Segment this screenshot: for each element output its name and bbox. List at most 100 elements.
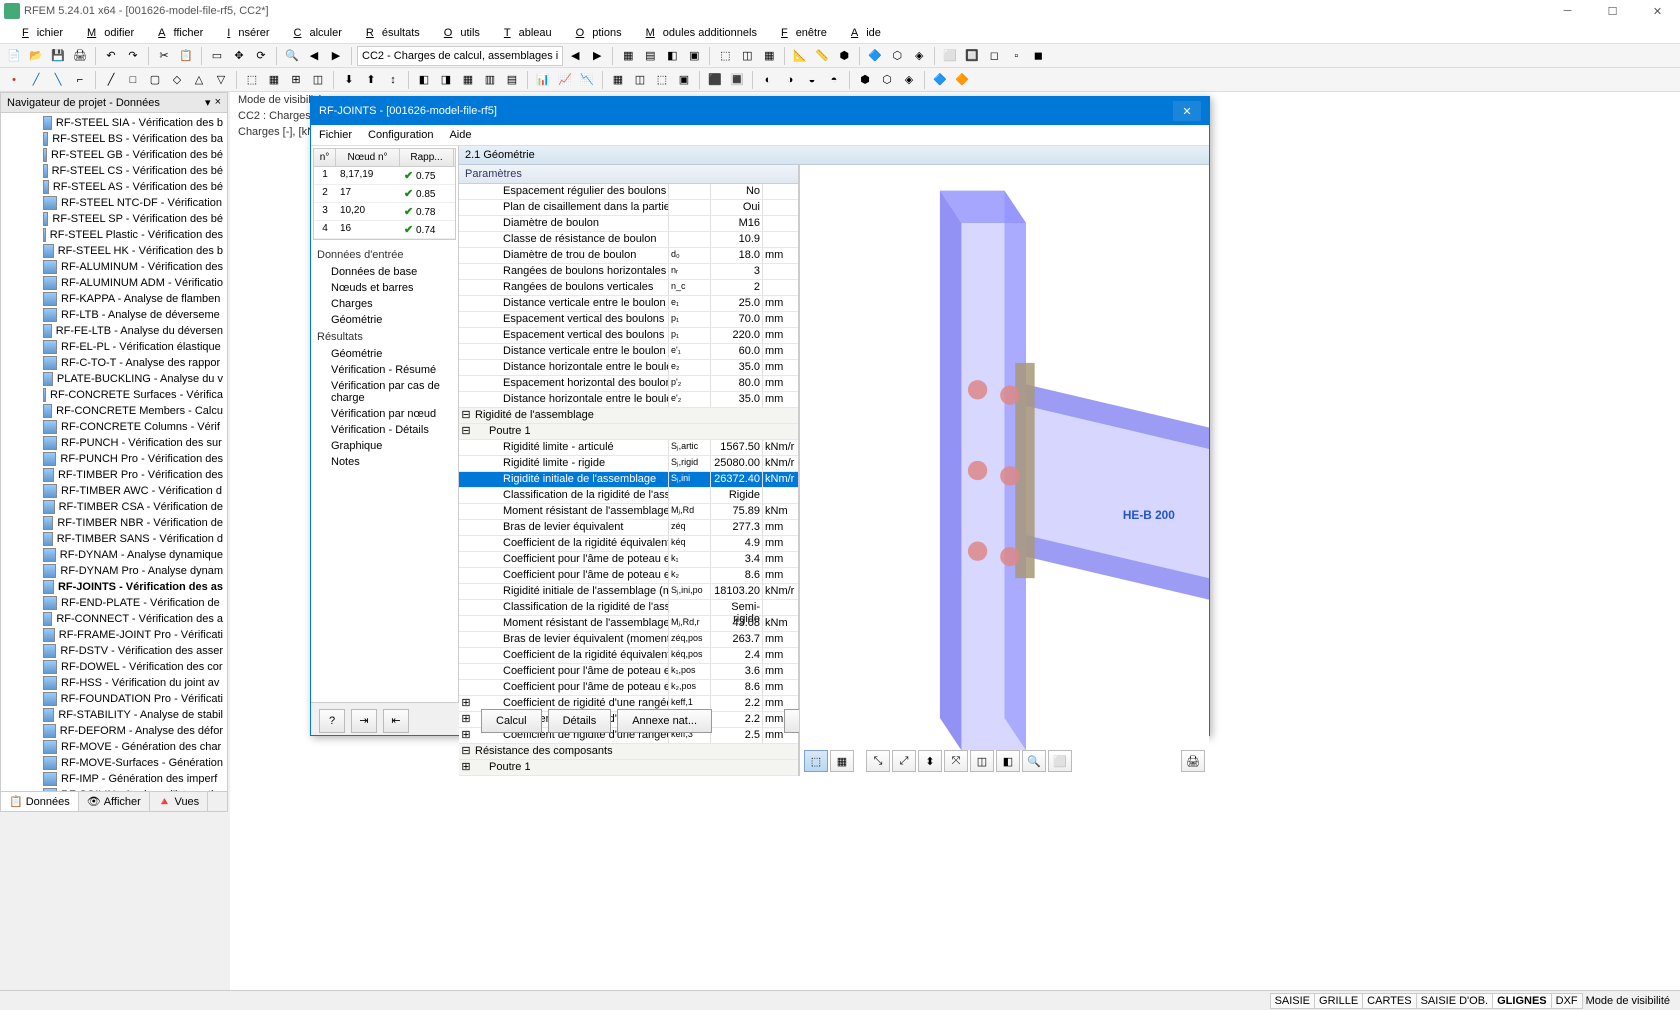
- nav-item[interactable]: RF-STEEL BS - Vérification des ba: [3, 131, 225, 147]
- arrow-right-icon[interactable]: ▶: [326, 46, 346, 66]
- tree-item[interactable]: Vérification par nœud: [313, 406, 456, 422]
- nav-item[interactable]: RF-STEEL AS - Vérification des bé: [3, 179, 225, 195]
- tree-item[interactable]: Notes: [313, 454, 456, 470]
- expand-icon[interactable]: [459, 200, 473, 215]
- expand-icon[interactable]: ⊞: [459, 712, 473, 727]
- nav-item[interactable]: RF-FOUNDATION Pro - Vérificati: [3, 691, 225, 707]
- tb-icon[interactable]: ⬢: [855, 70, 875, 90]
- status-saisie[interactable]: SAISIE: [1270, 993, 1315, 1009]
- tb-icon[interactable]: ⊞: [286, 70, 306, 90]
- expand-icon[interactable]: [459, 648, 473, 663]
- nav-item[interactable]: RF-STEEL GB - Vérification des bé: [3, 147, 225, 163]
- tb-icon[interactable]: ▤: [640, 46, 660, 66]
- menu-résultats[interactable]: Résultats: [350, 25, 428, 41]
- param-row[interactable]: Rigidité limite - articuléSⱼ,artic1567.5…: [459, 440, 798, 456]
- tb-icon[interactable]: 🔷: [930, 70, 950, 90]
- case-row[interactable]: 18,17,19✔ 0.75: [314, 167, 455, 185]
- tb-icon[interactable]: ╲: [48, 70, 68, 90]
- view-btn-6[interactable]: ⤧: [944, 750, 968, 772]
- arrow-right-2-icon[interactable]: ▶: [587, 46, 607, 66]
- tb-icon[interactable]: ⬡: [887, 46, 907, 66]
- tb-icon[interactable]: ▣: [674, 70, 694, 90]
- open-icon[interactable]: 📂: [26, 46, 46, 66]
- nav-item[interactable]: RF-DSTV - Vérification des asser: [3, 643, 225, 659]
- expand-icon[interactable]: [459, 680, 473, 695]
- param-group[interactable]: ⊟Résistance des composants: [459, 744, 798, 760]
- nav-item[interactable]: RF-STEEL CS - Vérification des bé: [3, 163, 225, 179]
- expand-icon[interactable]: [459, 632, 473, 647]
- tb-icon[interactable]: ⬆: [361, 70, 381, 90]
- expand-icon[interactable]: [459, 600, 473, 615]
- tb-icon[interactable]: ◐: [758, 70, 778, 90]
- nav-item[interactable]: RF-ALUMINUM - Vérification des: [3, 259, 225, 275]
- tb-icon[interactable]: 📏: [812, 46, 832, 66]
- expand-icon[interactable]: [459, 584, 473, 599]
- param-row[interactable]: Classification de la rigidité de l'assem…: [459, 488, 798, 504]
- window-close-button[interactable]: ✕: [1635, 0, 1680, 22]
- nav-item[interactable]: RF-END-PLATE - Vérification de: [3, 595, 225, 611]
- param-row[interactable]: Moment résistant de l'assemblage (moment…: [459, 616, 798, 632]
- col-rapp[interactable]: Rapp...: [400, 149, 454, 166]
- expand-icon[interactable]: [459, 328, 473, 343]
- expand-icon[interactable]: [459, 312, 473, 327]
- nav-tab-donnees[interactable]: 📋Données: [1, 792, 79, 811]
- tb-icon[interactable]: 🔷: [865, 46, 885, 66]
- menu-aide[interactable]: Aide: [835, 25, 889, 41]
- select-icon[interactable]: ▭: [207, 46, 227, 66]
- expand-icon[interactable]: [459, 504, 473, 519]
- expand-icon[interactable]: [459, 184, 473, 199]
- tb-icon[interactable]: ⬜: [940, 46, 960, 66]
- view-btn-7[interactable]: ◫: [970, 750, 994, 772]
- nav-item[interactable]: RF-TIMBER SANS - Vérification d: [3, 531, 225, 547]
- nav-item[interactable]: RF-ALUMINUM ADM - Vérificatio: [3, 275, 225, 291]
- tb-icon[interactable]: ◻: [984, 46, 1004, 66]
- status-dxf[interactable]: DXF: [1551, 993, 1583, 1009]
- menu-insérer[interactable]: Insérer: [211, 25, 277, 41]
- menu-options[interactable]: Options: [560, 25, 630, 41]
- nav-item[interactable]: RF-STEEL Plastic - Vérification des: [3, 227, 225, 243]
- tb-icon[interactable]: ◈: [899, 70, 919, 90]
- param-row[interactable]: Rangées de boulons horizontalesnᵣ3: [459, 264, 798, 280]
- status-cartes[interactable]: CARTES: [1362, 993, 1416, 1009]
- redo-icon[interactable]: ↷: [123, 46, 143, 66]
- param-row[interactable]: Plan de cisaillement dans la partie file…: [459, 200, 798, 216]
- dialog-titlebar[interactable]: RF-JOINTS - [001626-model-file-rf5] ✕: [311, 97, 1209, 125]
- menu-modifier[interactable]: Modifier: [71, 25, 142, 41]
- tb-icon[interactable]: ↕: [383, 70, 403, 90]
- expand-icon[interactable]: [459, 472, 473, 487]
- tb-icon[interactable]: 📉: [577, 70, 597, 90]
- arrow-left-icon[interactable]: ◀: [304, 46, 324, 66]
- view-btn-1[interactable]: ⬚: [804, 750, 828, 772]
- nav-item[interactable]: RF-JOINTS - Vérification des as: [3, 579, 225, 595]
- expand-icon[interactable]: [459, 520, 473, 535]
- tb-icon[interactable]: ◓: [824, 70, 844, 90]
- tb-icon[interactable]: 🔲: [962, 46, 982, 66]
- zoom-icon[interactable]: 🔍: [282, 46, 302, 66]
- expand-icon[interactable]: [459, 616, 473, 631]
- tb-icon[interactable]: ╱: [101, 70, 121, 90]
- tb-icon[interactable]: ▦: [608, 70, 628, 90]
- param-row[interactable]: Distance verticale entre le boulon et le…: [459, 344, 798, 360]
- nav-tab-vues[interactable]: 🔺Vues: [150, 792, 208, 811]
- nav-item[interactable]: RF-HSS - Vérification du joint av: [3, 675, 225, 691]
- expand-icon[interactable]: [459, 296, 473, 311]
- param-row[interactable]: Classification de la rigidité de l'assem…: [459, 600, 798, 616]
- print-icon[interactable]: 🖨: [70, 46, 90, 66]
- status-grille[interactable]: GRILLE: [1314, 993, 1363, 1009]
- nav-item[interactable]: RF-STEEL NTC-DF - Vérification: [3, 195, 225, 211]
- tb-icon[interactable]: ◧: [662, 46, 682, 66]
- view-btn-3[interactable]: ⤡: [866, 750, 890, 772]
- expand-icon[interactable]: [459, 376, 473, 391]
- copy-icon[interactable]: 📋: [176, 46, 196, 66]
- param-row[interactable]: Espacement régulier des boulonsNo: [459, 184, 798, 200]
- param-row[interactable]: Rigidité limite - rigideSⱼ,rigid25080.00…: [459, 456, 798, 472]
- tree-item[interactable]: Charges: [313, 296, 456, 312]
- tb-icon[interactable]: ⬢: [834, 46, 854, 66]
- tree-item[interactable]: Graphique: [313, 438, 456, 454]
- tb-icon[interactable]: 🔶: [952, 70, 972, 90]
- case-row[interactable]: 416✔ 0.74: [314, 221, 455, 239]
- tb-icon[interactable]: ▫: [1006, 46, 1026, 66]
- tb-icon[interactable]: ◈: [909, 46, 929, 66]
- window-minimize-button[interactable]: ─: [1545, 0, 1590, 22]
- tb-icon[interactable]: ⬚: [242, 70, 262, 90]
